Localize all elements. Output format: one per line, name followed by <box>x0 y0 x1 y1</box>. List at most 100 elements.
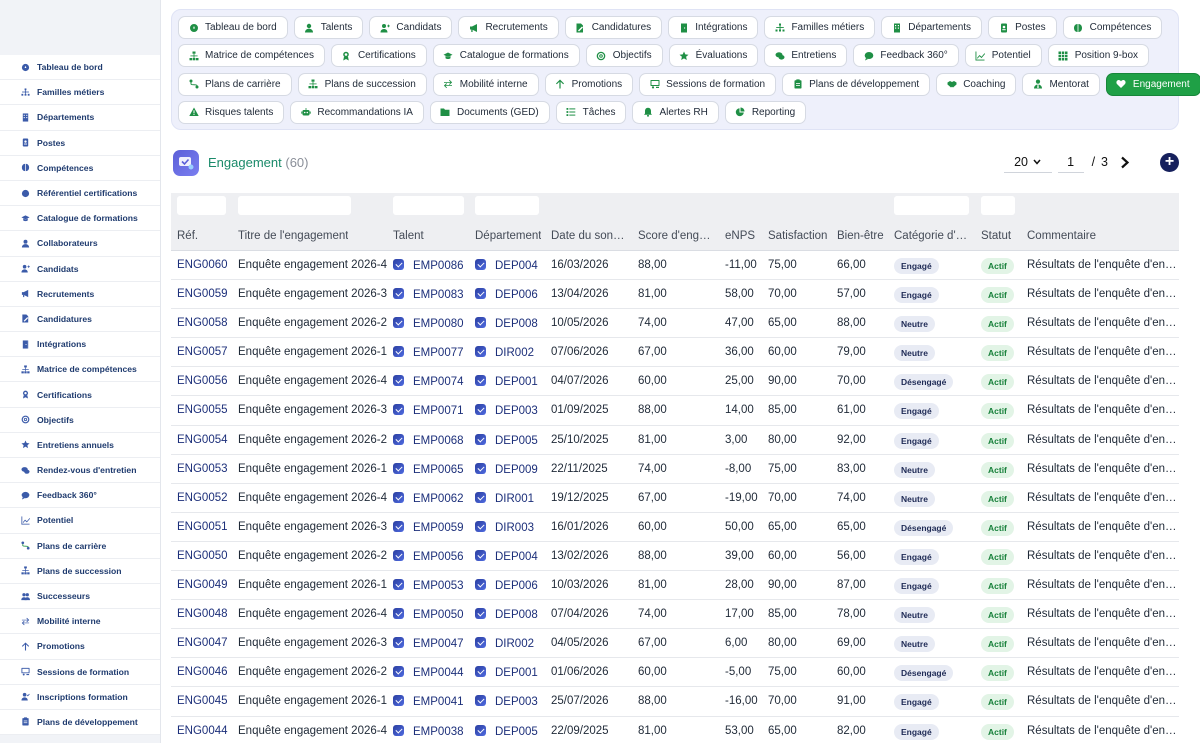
table-row[interactable]: ENG0059 Enquête engagement 2026-3 EMP0083 D… <box>171 280 1179 310</box>
sidebar-item-plans-de-developpement[interactable]: Plans de développement <box>0 710 160 736</box>
tab-recommandations-ia[interactable]: Recommandations IA <box>290 100 424 124</box>
talent-link[interactable]: EMP0080 <box>393 317 464 330</box>
department-link[interactable]: DIR002 <box>475 346 534 359</box>
sidebar-item-certifications[interactable]: Certifications <box>0 382 160 408</box>
department-link[interactable]: DEP008 <box>475 317 538 330</box>
tab-engagement[interactable]: Engagement <box>1105 72 1200 96</box>
ref-link[interactable]: ENG0051 <box>177 521 228 533</box>
ref-link[interactable]: ENG0050 <box>177 550 228 562</box>
tab-candidatures[interactable]: Candidatures <box>564 16 663 39</box>
column-filter-input[interactable] <box>894 196 969 215</box>
tab-promotions[interactable]: Promotions <box>544 72 634 96</box>
department-link[interactable]: DEP001 <box>475 666 538 679</box>
ref-link[interactable]: ENG0057 <box>177 346 228 358</box>
table-row[interactable]: ENG0046 Enquête engagement 2026-2 EMP0044 D… <box>171 658 1179 688</box>
table-row[interactable]: ENG0045 Enquête engagement 2026-1 EMP0041 D… <box>171 687 1179 717</box>
ref-link[interactable]: ENG0047 <box>177 637 228 649</box>
sidebar-item-matrice-de-competences[interactable]: Matrice de compétences <box>0 357 160 383</box>
tab-entretiens[interactable]: Entretiens <box>764 44 848 68</box>
column-header-date-du-son[interactable]: Date du son… <box>551 230 625 242</box>
page-size-select[interactable]: 20 <box>1003 151 1052 173</box>
department-link[interactable]: DIR003 <box>475 520 534 534</box>
tab-sessions-de-formation[interactable]: Sessions de formation <box>639 72 777 96</box>
talent-link[interactable]: EMP0053 <box>393 579 464 592</box>
table-row[interactable]: ENG0050 Enquête engagement 2026-2 EMP0056 D… <box>171 542 1179 572</box>
sidebar-item-familles-metiers[interactable]: Familles métiers <box>0 80 160 106</box>
sidebar-item-rendez-vous-d-entretien[interactable]: Rendez-vous d'entretien <box>0 458 160 484</box>
column-header-ref[interactable]: Réf. <box>177 230 198 242</box>
table-row[interactable]: ENG0048 Enquête engagement 2026-4 EMP0050 D… <box>171 600 1179 630</box>
tab-plans-de-carriere[interactable]: Plans de carrière <box>178 72 292 96</box>
talent-link[interactable]: EMP0062 <box>393 491 464 505</box>
sidebar-item-objectifs[interactable]: Objectifs <box>0 408 160 433</box>
table-row[interactable]: ENG0056 Enquête engagement 2026-4 EMP0074 D… <box>171 367 1179 397</box>
tab-matrice-de-competences[interactable]: Matrice de compétences <box>178 44 325 68</box>
sidebar-item-integrations[interactable]: Intégrations <box>0 332 160 358</box>
column-header-statut[interactable]: Statut <box>981 230 1011 242</box>
table-row[interactable]: ENG0053 Enquête engagement 2026-1 EMP0065 D… <box>171 455 1179 484</box>
tab-documents-ged[interactable]: Documents (GED) <box>429 100 550 124</box>
sidebar-item-inscriptions-formation[interactable]: Inscriptions formation <box>0 685 160 710</box>
table-row[interactable]: ENG0058 Enquête engagement 2026-2 EMP0080 D… <box>171 309 1179 339</box>
column-header-titre-de-l-engagement[interactable]: Titre de l'engagement <box>238 230 348 242</box>
tab-talents[interactable]: Talents <box>293 16 364 39</box>
sidebar-item-promotions[interactable]: Promotions <box>0 634 160 660</box>
tab-competences[interactable]: Compétences <box>1062 16 1163 39</box>
ref-link[interactable]: ENG0045 <box>177 695 228 707</box>
department-link[interactable]: DEP005 <box>475 724 538 738</box>
tab-potentiel[interactable]: Potentiel <box>964 44 1042 68</box>
column-header-categorie-d[interactable]: Catégorie d'… <box>894 230 967 242</box>
department-link[interactable]: DEP001 <box>475 375 538 388</box>
tab-recrutements[interactable]: Recrutements <box>458 16 559 39</box>
table-row[interactable]: ENG0049 Enquête engagement 2026-1 EMP0053 D… <box>171 571 1179 601</box>
tab-position-9-box[interactable]: Position 9-box <box>1047 44 1150 68</box>
column-header-talent[interactable]: Talent <box>393 230 424 242</box>
column-filter-input[interactable] <box>238 196 351 215</box>
tab-plans-de-succession[interactable]: Plans de succession <box>297 72 427 96</box>
ref-link[interactable]: ENG0059 <box>177 288 228 300</box>
table-row[interactable]: ENG0060 Enquête engagement 2026-4 EMP0086 D… <box>171 251 1179 281</box>
table-row[interactable]: ENG0057 Enquête engagement 2026-1 EMP0077 D… <box>171 338 1179 368</box>
ref-link[interactable]: ENG0049 <box>177 579 228 591</box>
sidebar-item-catalogue-de-formations[interactable]: Catalogue de formations <box>0 206 160 232</box>
talent-link[interactable]: EMP0077 <box>393 346 464 359</box>
talent-link[interactable]: EMP0074 <box>393 375 464 388</box>
sidebar-item-referentiel-certifications[interactable]: Référentiel certifications <box>0 181 160 207</box>
ref-link[interactable]: ENG0058 <box>177 317 228 329</box>
ref-link[interactable]: ENG0048 <box>177 608 228 620</box>
table-row[interactable]: ENG0047 Enquête engagement 2026-3 EMP0047 D… <box>171 629 1179 659</box>
sidebar-item-tableau-de-bord[interactable]: Tableau de bord <box>0 55 160 81</box>
tab-certifications[interactable]: Certifications <box>330 44 427 68</box>
sidebar-item-plans-de-succession[interactable]: Plans de succession <box>0 559 160 584</box>
table-row[interactable]: ENG0051 Enquête engagement 2026-3 EMP0059 D… <box>171 513 1179 542</box>
column-header-bien-etre[interactable]: Bien-être <box>837 230 884 242</box>
tab-objectifs[interactable]: Objectifs <box>585 44 663 68</box>
tab-alertes-rh[interactable]: Alertes RH <box>632 100 719 124</box>
sidebar-item-competences[interactable]: Compétences <box>0 156 160 181</box>
ref-link[interactable]: ENG0060 <box>177 259 228 271</box>
tab-reporting[interactable]: Reporting <box>724 100 807 124</box>
department-link[interactable]: DEP004 <box>475 259 538 272</box>
table-row[interactable]: ENG0044 Enquête engagement 2026-4 EMP0038 D… <box>171 717 1179 743</box>
tab-postes[interactable]: Postes <box>988 16 1057 39</box>
sidebar-item-postes[interactable]: Postes <box>0 131 160 156</box>
tab-catalogue-de-formations[interactable]: Catalogue de formations <box>432 44 580 68</box>
department-link[interactable]: DEP003 <box>475 404 538 417</box>
department-link[interactable]: DEP009 <box>475 462 538 476</box>
ref-link[interactable]: ENG0044 <box>177 725 228 737</box>
tab-taches[interactable]: Tâches <box>555 100 627 124</box>
column-header-score-d-eng[interactable]: Score d'eng… <box>638 230 711 242</box>
ref-link[interactable]: ENG0055 <box>177 404 228 416</box>
department-link[interactable]: DEP006 <box>475 288 538 301</box>
sidebar-item-departements[interactable]: Départements <box>0 105 160 131</box>
column-header-enps[interactable]: eNPS <box>725 230 755 242</box>
talent-link[interactable]: EMP0065 <box>393 462 464 476</box>
ref-link[interactable]: ENG0054 <box>177 434 228 446</box>
sidebar-item-recrutements[interactable]: Recrutements <box>0 282 160 307</box>
department-link[interactable]: DEP008 <box>475 608 538 621</box>
column-filter-input[interactable] <box>475 196 539 215</box>
sidebar-item-plans-de-carriere[interactable]: Plans de carrière <box>0 534 160 559</box>
tab-feedback-360[interactable]: Feedback 360° <box>853 44 959 68</box>
talent-link[interactable]: EMP0047 <box>393 637 464 650</box>
talent-link[interactable]: EMP0083 <box>393 288 464 301</box>
